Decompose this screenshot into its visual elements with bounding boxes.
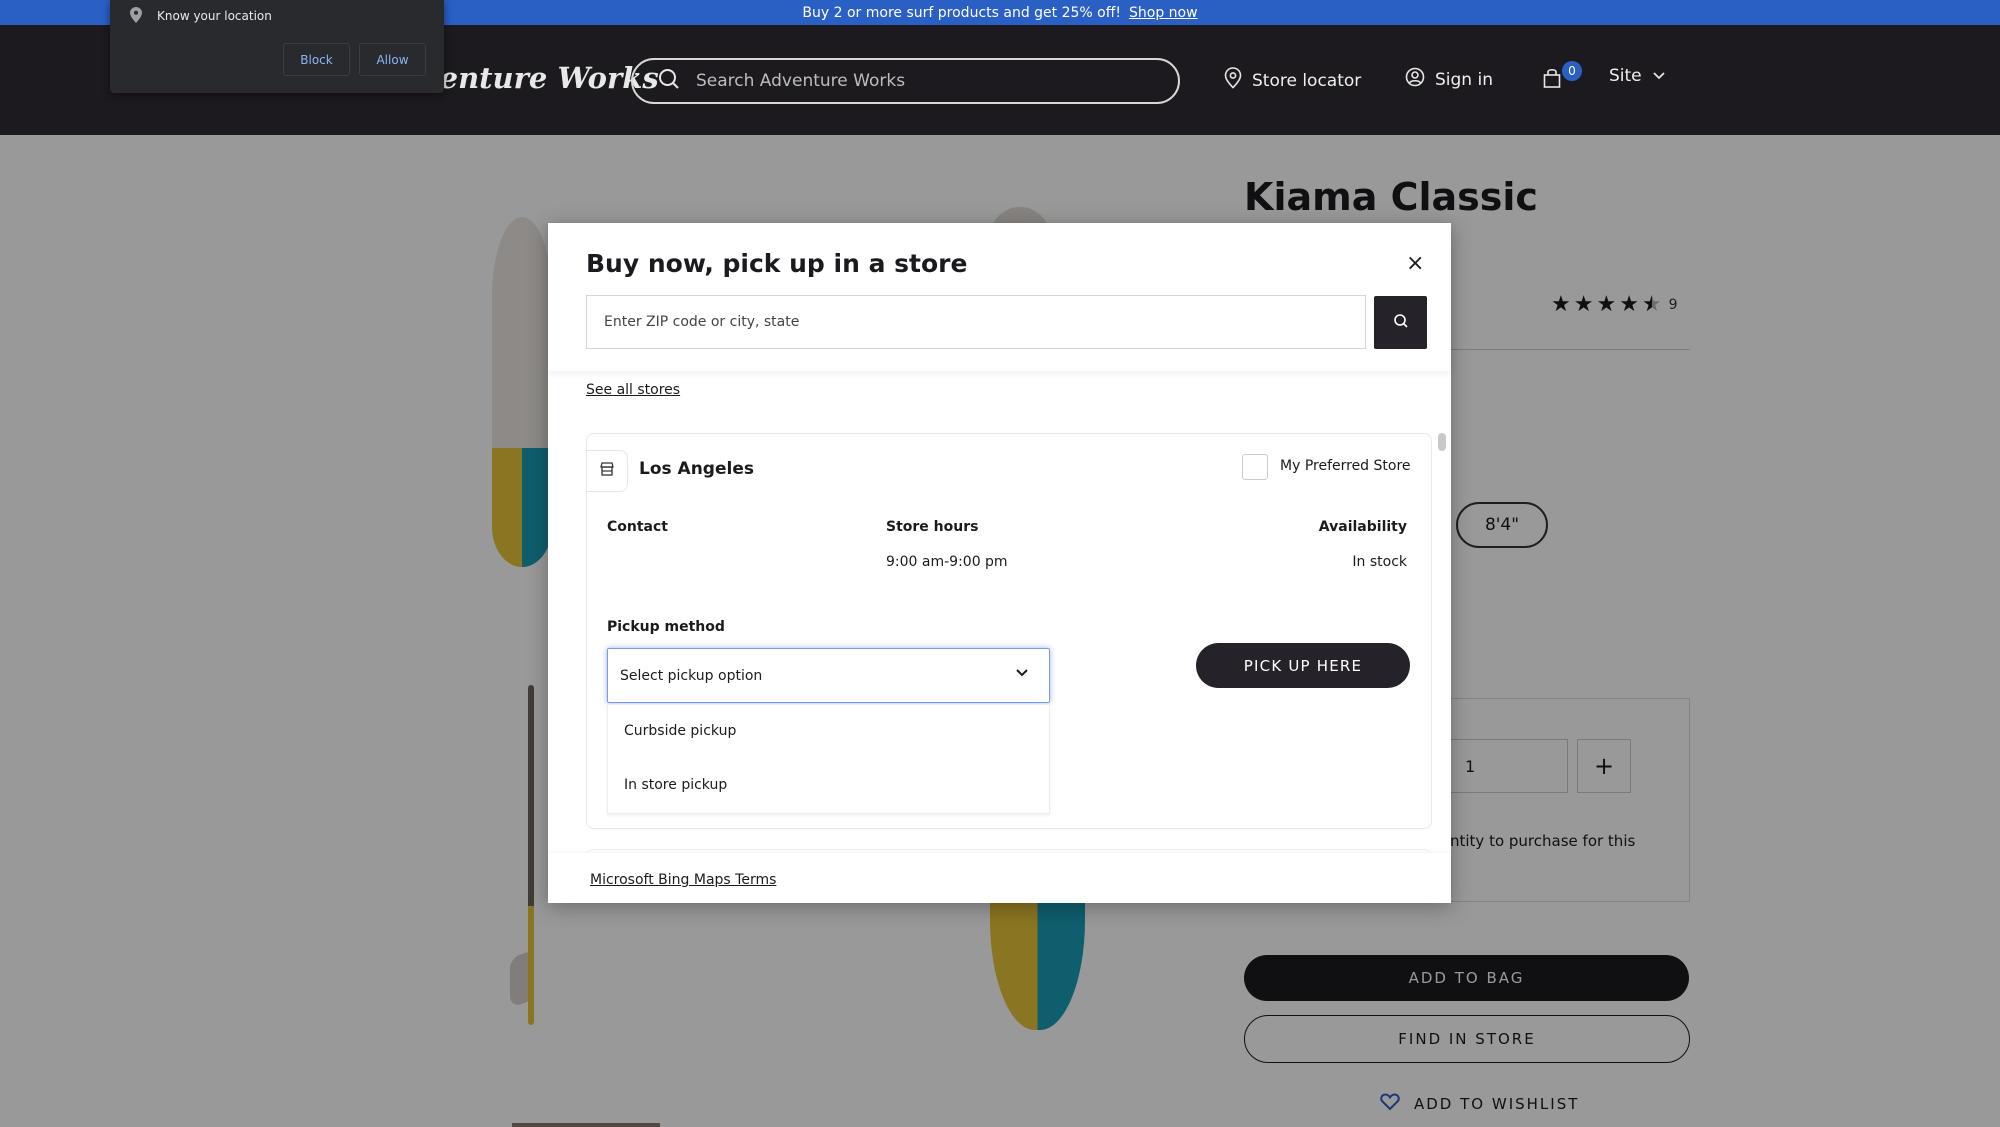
preferred-store-checkbox[interactable] bbox=[1242, 454, 1268, 480]
shopping-bag-icon bbox=[1543, 67, 1561, 94]
search-icon bbox=[658, 68, 680, 94]
store-hours-value: 9:00 am-9:00 pm bbox=[886, 554, 1008, 570]
promo-text: Buy 2 or more surf products and get 25% … bbox=[802, 4, 1121, 21]
search-input[interactable]: Search Adventure Works bbox=[631, 58, 1180, 104]
modal-footer: Microsoft Bing Maps Terms bbox=[548, 853, 1451, 903]
availability-heading: Availability bbox=[1318, 519, 1407, 535]
store-list-scrollbar[interactable] bbox=[1438, 433, 1446, 451]
location-pin-icon bbox=[130, 7, 142, 27]
zip-search-input[interactable]: Enter ZIP code or city, state bbox=[586, 295, 1366, 349]
store-search-button[interactable] bbox=[1374, 296, 1427, 349]
site-label: Site bbox=[1609, 66, 1642, 86]
store-icon-box bbox=[586, 450, 628, 492]
store-icon bbox=[599, 461, 615, 481]
pickup-method-select[interactable]: Select pickup option bbox=[607, 648, 1050, 703]
cart-count-badge: 0 bbox=[1562, 61, 1582, 81]
pickup-options-list: Curbside pickup In store pickup bbox=[607, 704, 1050, 814]
availability-value: In stock bbox=[1352, 554, 1407, 570]
preferred-store-label: My Preferred Store bbox=[1280, 458, 1411, 474]
chevron-down-icon bbox=[1015, 666, 1029, 682]
pickup-option-curbside[interactable]: Curbside pickup bbox=[624, 723, 736, 739]
location-pin-icon bbox=[1224, 67, 1242, 94]
site-selector[interactable]: Site bbox=[1609, 66, 1666, 86]
shop-now-link[interactable]: Shop now bbox=[1129, 5, 1198, 21]
pickup-option-in-store[interactable]: In store pickup bbox=[624, 777, 727, 793]
allow-button[interactable]: Allow bbox=[359, 43, 426, 76]
cart-button[interactable] bbox=[1543, 67, 1561, 94]
modal-title: Buy now, pick up in a store bbox=[586, 249, 968, 278]
pickup-store-modal: Buy now, pick up in a store × Enter ZIP … bbox=[548, 223, 1451, 903]
store-locator-label: Store locator bbox=[1252, 70, 1362, 91]
block-button[interactable]: Block bbox=[283, 43, 350, 76]
pickup-selected-value: Select pickup option bbox=[620, 667, 763, 684]
close-icon[interactable]: × bbox=[1406, 251, 1424, 276]
store-name: Los Angeles bbox=[639, 459, 754, 479]
search-icon bbox=[1393, 313, 1409, 333]
sign-in-label: Sign in bbox=[1435, 69, 1493, 90]
zip-placeholder: Enter ZIP code or city, state bbox=[604, 314, 800, 330]
store-hours-heading: Store hours bbox=[886, 519, 979, 535]
store-card: Los Angeles My Preferred Store Contact S… bbox=[586, 433, 1432, 829]
permission-text: Know your location bbox=[157, 9, 272, 23]
see-all-stores-link[interactable]: See all stores bbox=[586, 382, 680, 398]
bing-maps-terms-link[interactable]: Microsoft Bing Maps Terms bbox=[590, 872, 776, 888]
search-placeholder: Search Adventure Works bbox=[696, 71, 906, 91]
contact-heading: Contact bbox=[607, 519, 668, 535]
chevron-down-icon bbox=[1652, 66, 1666, 86]
modal-header: Buy now, pick up in a store × Enter ZIP … bbox=[548, 223, 1451, 371]
user-icon bbox=[1405, 67, 1425, 92]
store-locator-link[interactable]: Store locator bbox=[1224, 67, 1361, 94]
pick-up-here-button[interactable]: PICK UP HERE bbox=[1196, 643, 1410, 688]
sign-in-link[interactable]: Sign in bbox=[1405, 67, 1493, 92]
pickup-method-label: Pickup method bbox=[607, 619, 725, 635]
location-permission-popup: Know your location Block Allow bbox=[110, 0, 444, 93]
